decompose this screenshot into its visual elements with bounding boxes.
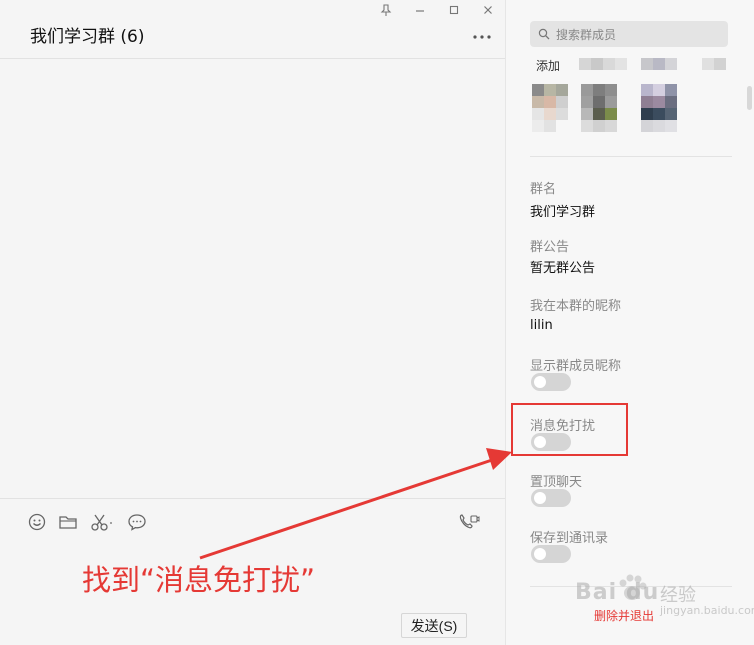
delete-and-exit-button[interactable]: 删除并退出	[594, 607, 654, 624]
folder-icon[interactable]	[58, 512, 78, 532]
scissors-icon[interactable]	[90, 512, 114, 532]
group-name-label: 群名	[530, 182, 557, 197]
nickname-value[interactable]: lilin	[530, 318, 553, 333]
maximize-icon[interactable]	[445, 2, 463, 18]
save-contacts-label: 保存到通讯录	[530, 531, 609, 546]
add-member-label[interactable]: 添加	[536, 57, 560, 74]
pin-icon[interactable]	[377, 2, 395, 18]
chat-pane: 我们学习群 (6)	[0, 0, 505, 645]
chat-toolbar	[0, 498, 505, 544]
send-button[interactable]: 发送(S)	[401, 613, 467, 638]
message-area[interactable]	[0, 59, 505, 497]
mute-highlight-box	[511, 403, 628, 456]
member-search[interactable]: 搜索群成员	[530, 21, 728, 47]
chat-header: 我们学习群 (6)	[0, 0, 505, 59]
panel-scrollbar[interactable]	[747, 86, 752, 110]
announcement-value[interactable]: 暂无群公告	[530, 257, 595, 276]
annotation-text: 找到“消息免打扰”	[82, 563, 316, 597]
pin-chat-label: 置顶聊天	[530, 475, 583, 490]
emoji-icon[interactable]	[27, 512, 47, 532]
chat-bubble-icon[interactable]	[127, 512, 147, 532]
chat-title: 我们学习群 (6)	[30, 27, 145, 47]
show-nicknames-toggle[interactable]	[531, 373, 571, 391]
paw-icon	[619, 574, 647, 600]
more-icon[interactable]	[472, 32, 492, 42]
nickname-label: 我在本群的昵称	[530, 299, 622, 314]
save-contacts-toggle[interactable]	[531, 545, 571, 563]
close-icon[interactable]	[479, 2, 497, 18]
announcement-label: 群公告	[530, 240, 570, 255]
group-info-panel: 搜索群成员 添加 群名 我们学习群 群公告 暂无群公告 我在本群的昵称 lili…	[505, 0, 754, 645]
minimize-icon[interactable]	[411, 2, 429, 18]
show-nicknames-label: 显示群成员昵称	[530, 359, 622, 374]
watermark-url: jingyan.baidu.com	[660, 604, 754, 617]
video-call-icon[interactable]	[458, 512, 480, 532]
search-icon	[538, 28, 550, 40]
search-placeholder: 搜索群成员	[556, 27, 617, 42]
group-name-value[interactable]: 我们学习群	[530, 201, 595, 220]
pin-chat-toggle[interactable]	[531, 489, 571, 507]
divider	[530, 156, 732, 157]
